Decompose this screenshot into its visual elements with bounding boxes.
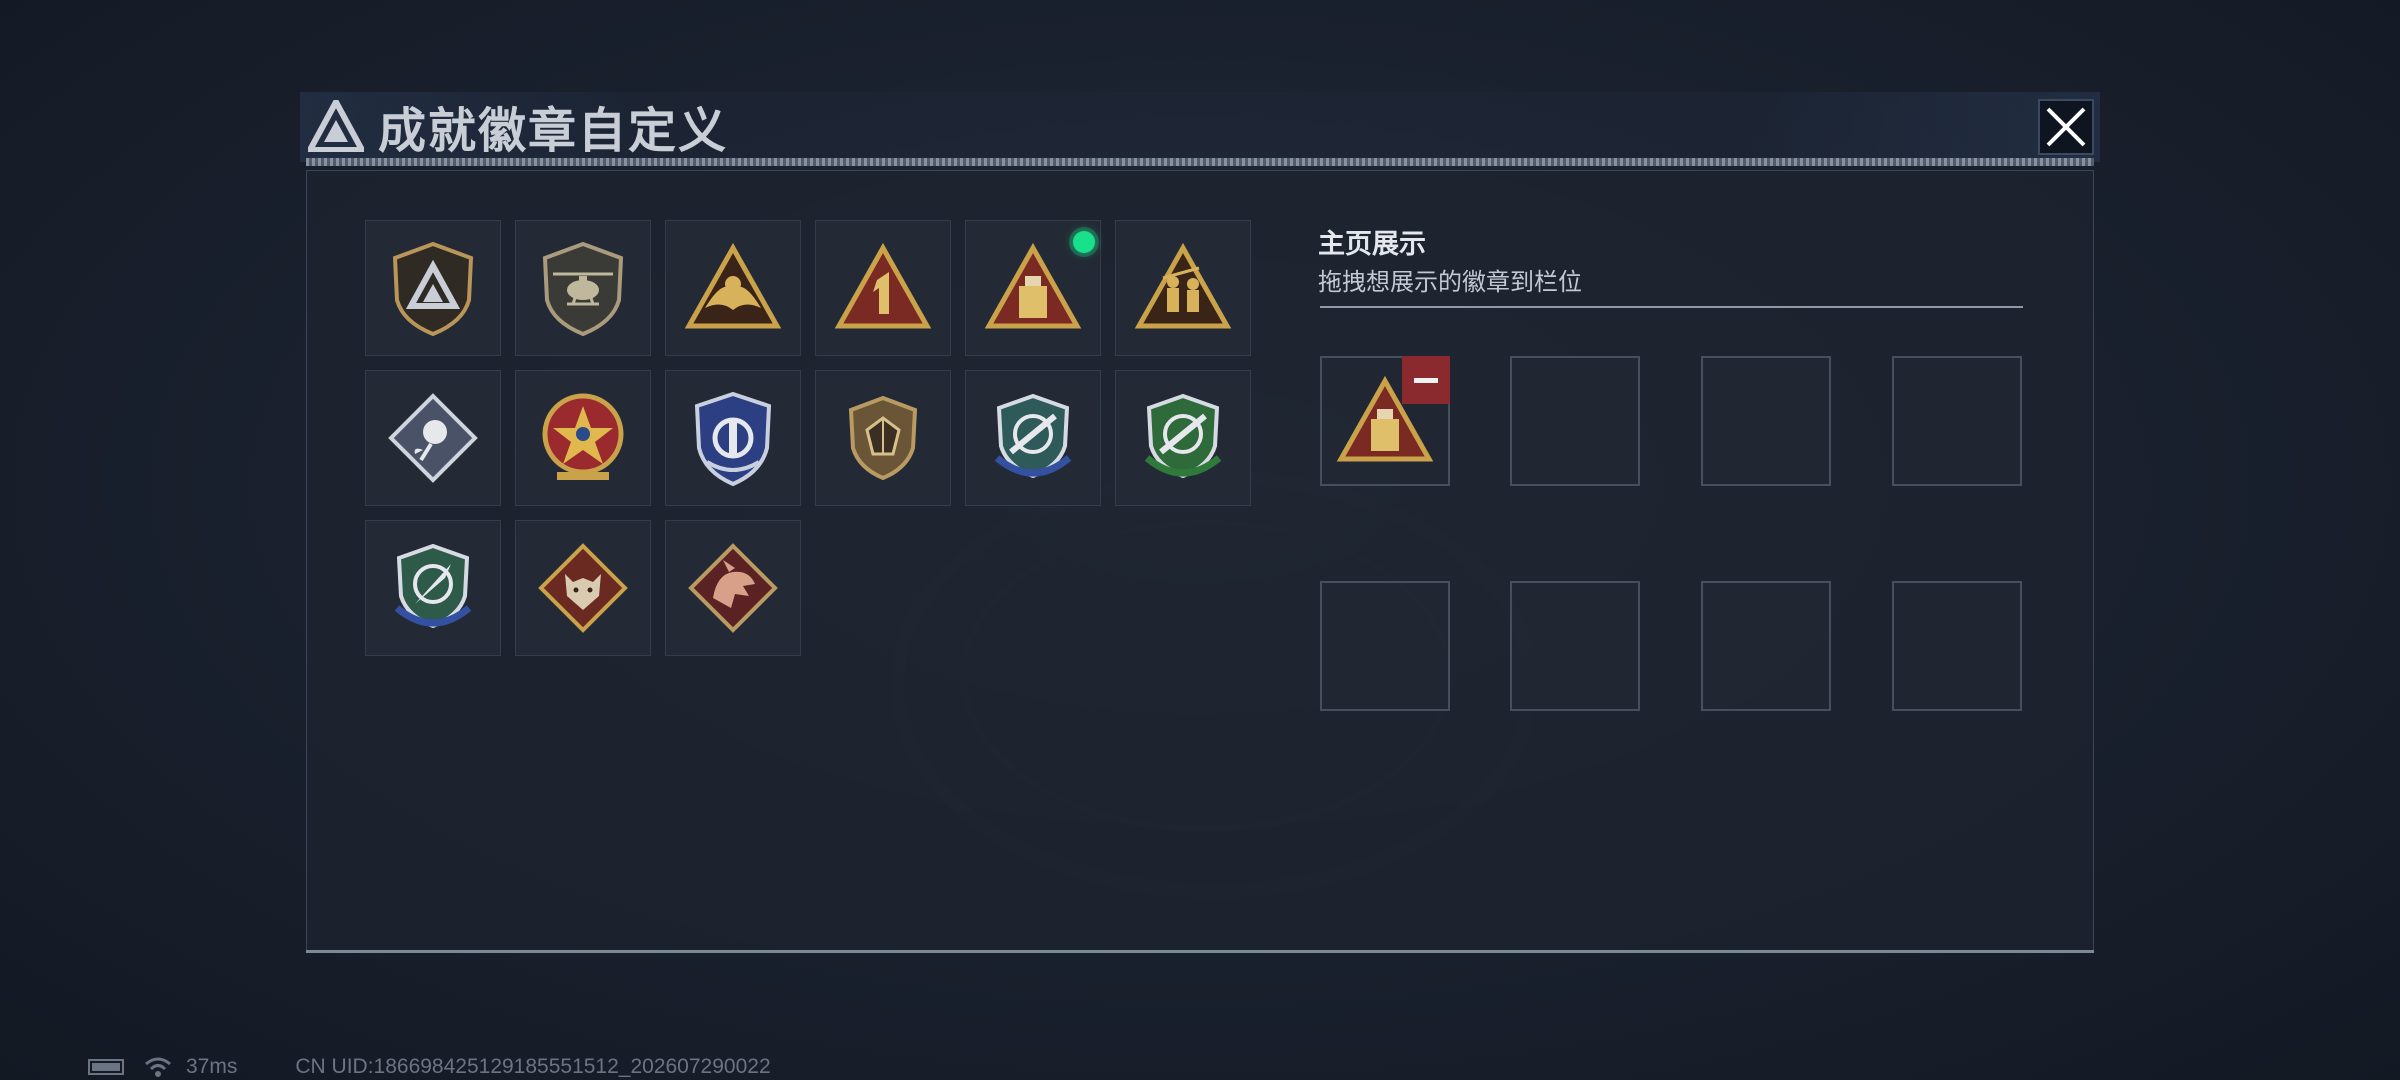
number-one-triangle-badge-icon <box>834 242 932 329</box>
badge-cell[interactable] <box>815 220 951 356</box>
badge-cell[interactable] <box>515 220 651 356</box>
badge-cell[interactable] <box>365 520 501 656</box>
close-button[interactable] <box>2038 99 2094 155</box>
showcase-title: 主页展示 <box>1318 229 1426 259</box>
rifle-crosshair-green-badge-icon <box>1144 393 1222 479</box>
golden-wings-triangle-badge-icon <box>684 242 782 329</box>
wolf-diamond-badge-icon <box>538 543 628 633</box>
showcase-slot-3[interactable] <box>1701 356 1831 486</box>
status-bar: 37ms CN UID:18669842512918555151​2_20260… <box>88 1054 771 1080</box>
uid-label: CN UID:18669842512918555151​2_2026072900… <box>295 1055 771 1078</box>
badge-cell[interactable] <box>1115 370 1251 506</box>
showcase-slot-6[interactable] <box>1510 581 1640 711</box>
usb-drive-triangle-badge-icon <box>984 242 1082 329</box>
wifi-icon <box>145 1057 171 1077</box>
minus-icon <box>1414 377 1438 383</box>
showcase-divider <box>1320 306 2023 308</box>
badge-cell[interactable] <box>965 220 1101 356</box>
badge-cell[interactable] <box>515 520 651 656</box>
battery-icon <box>88 1059 124 1075</box>
gem-shield-badge-icon <box>848 395 918 481</box>
ping-label: 37ms <box>186 1055 238 1078</box>
showcase-slot-1[interactable] <box>1320 356 1450 486</box>
rose-diamond-badge-icon <box>388 393 478 483</box>
panel-top-bar <box>306 158 2094 166</box>
knife-crosshair-badge-icon <box>394 543 472 629</box>
showcase-slot-2[interactable] <box>1510 356 1640 486</box>
badge-cell[interactable] <box>365 370 501 506</box>
panel-bottom-line <box>306 950 2094 953</box>
showcase-slot-4[interactable] <box>1892 356 2022 486</box>
triangle-logo-icon <box>308 100 364 152</box>
badge-cell[interactable] <box>1115 220 1251 356</box>
badge-cell[interactable] <box>965 370 1101 506</box>
showcase-slot-8[interactable] <box>1892 581 2022 711</box>
soldiers-triangle-badge-icon <box>1134 242 1232 329</box>
badge-cell[interactable] <box>515 370 651 506</box>
badge-cell[interactable] <box>665 220 801 356</box>
showcase-subtitle: 拖拽想展示的徽章到栏位 <box>1318 269 1582 296</box>
badge-cell[interactable] <box>665 520 801 656</box>
rifle-crosshair-blue-badge-icon <box>994 393 1072 479</box>
page-title: 成就徽章自定义 <box>378 105 729 158</box>
remove-badge-button[interactable] <box>1402 356 1450 404</box>
badge-cell[interactable] <box>815 370 951 506</box>
star-compass-medal-badge-icon <box>542 393 624 480</box>
dragon-diamond-badge-icon <box>688 543 778 633</box>
blue-eagle-shield-badge-icon <box>694 391 772 487</box>
badge-cell[interactable] <box>665 370 801 506</box>
helicopter-shield-badge-icon <box>542 241 624 337</box>
close-icon <box>2046 107 2086 147</box>
badge-cell[interactable] <box>365 220 501 356</box>
badge-grid <box>365 220 1251 656</box>
equipped-indicator <box>1073 231 1095 253</box>
showcase-slot-5[interactable] <box>1320 581 1450 711</box>
triangle-logo-shield-badge-icon <box>392 241 474 337</box>
window-header: 成就徽章自定义 <box>308 96 728 158</box>
showcase-slot-7[interactable] <box>1701 581 1831 711</box>
